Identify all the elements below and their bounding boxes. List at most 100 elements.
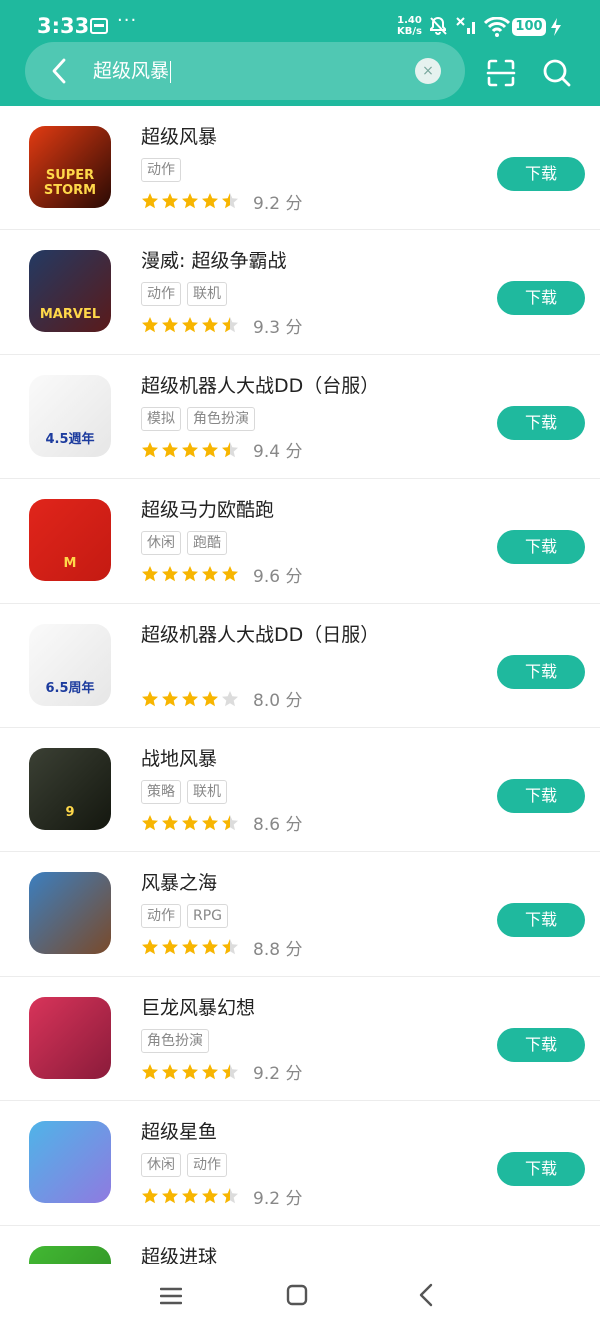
star-icon: [162, 441, 178, 457]
app-icon[interactable]: [29, 1121, 111, 1204]
app-icon[interactable]: [29, 996, 111, 1079]
app-rating: 8.8 分: [141, 936, 302, 960]
app-icon[interactable]: [29, 872, 111, 955]
app-rating: 9.2 分: [141, 1061, 302, 1084]
app-icon-text: 4.5週年: [45, 431, 95, 447]
star-icon: [202, 1188, 218, 1204]
recent-apps-menu-icon[interactable]: [160, 1285, 182, 1307]
app-tags: 休闲 跑酷: [141, 531, 233, 556]
star-icon: [222, 566, 238, 582]
app-list-item[interactable]: MARVEL 漫威: 超级争霸战 动作 联机 9.3 分 下载: [0, 230, 600, 355]
app-tag: 模拟: [141, 406, 181, 431]
network-speed-unit: KB/s: [397, 26, 422, 37]
app-name[interactable]: 超级机器人大战DD（台服）: [141, 371, 379, 398]
app-rating: 9.6 分: [141, 563, 302, 587]
download-button[interactable]: 下载: [497, 1152, 585, 1187]
app-list-item[interactable]: 超级进球: [0, 1226, 600, 1264]
app-name[interactable]: 战地风暴: [141, 744, 217, 771]
scan-icon[interactable]: [486, 58, 516, 88]
download-button[interactable]: 下载: [497, 654, 585, 689]
app-tag: 动作: [141, 282, 181, 307]
app-tag: 角色扮演: [141, 1028, 209, 1053]
download-button[interactable]: 下载: [497, 530, 585, 565]
download-button[interactable]: 下载: [497, 157, 585, 191]
network-speed-value: 1.40: [397, 15, 422, 26]
network-speed: 1.40 KB/s: [397, 15, 422, 37]
app-list-item[interactable]: 超级星鱼 休闲 动作 9.2 分 下载: [0, 1101, 600, 1226]
app-list-item[interactable]: M 超级马力欧酷跑 休闲 跑酷 9.6 分 下载: [0, 479, 600, 604]
home-square-icon[interactable]: [286, 1284, 308, 1306]
app-list-item[interactable]: 风暴之海动作 RPG 8.8 分 下载: [0, 852, 600, 977]
more-notifications-icon: ···: [117, 10, 138, 31]
app-icon-text: 9: [65, 804, 75, 820]
app-name[interactable]: 超级风暴: [141, 122, 217, 149]
app-tags: 角色扮演: [141, 1028, 215, 1053]
star-icon: [182, 690, 198, 706]
app-list-item[interactable]: SUPER STORM 超级风暴 动作 9.2 分 下载: [0, 106, 600, 231]
download-button[interactable]: 下载: [497, 903, 585, 938]
star-icon: [222, 317, 238, 333]
status-bar: 3:33 ··· 1.40 KB/s 100: [0, 0, 600, 48]
app-name[interactable]: 超级星鱼: [141, 1117, 217, 1144]
star-icon: [162, 814, 178, 831]
app-icon[interactable]: 9: [29, 747, 111, 830]
app-tags: 动作: [141, 158, 187, 182]
app-icon[interactable]: 6.5周年: [29, 623, 111, 706]
app-icon[interactable]: SUPER STORM: [29, 126, 111, 208]
download-button[interactable]: 下载: [497, 281, 585, 316]
back-arrow-icon[interactable]: [45, 56, 75, 86]
star-icon: [182, 1188, 198, 1204]
star-icon: [182, 939, 198, 955]
app-tag: 动作: [187, 1153, 227, 1178]
star-icon: [142, 317, 158, 333]
app-icon[interactable]: MARVEL: [29, 250, 111, 333]
download-button[interactable]: 下载: [497, 778, 585, 813]
back-chevron-icon[interactable]: [416, 1283, 436, 1307]
app-tag: 联机: [187, 779, 227, 804]
app-tag: 动作: [141, 158, 181, 182]
search-query: 超级风暴: [93, 60, 170, 82]
app-icon[interactable]: 4.5週年: [29, 374, 111, 457]
system-navigation-bar: [0, 1264, 600, 1333]
app-score: 8.6 分: [253, 815, 303, 836]
header: 3:33 ··· 1.40 KB/s 100 超级风暴 ×: [0, 0, 600, 106]
download-button[interactable]: 下载: [497, 1027, 585, 1062]
star-icon: [202, 939, 218, 955]
app-tags: 动作 RPG: [141, 904, 234, 929]
app-tag: 跑酷: [187, 531, 227, 556]
star-icon: [142, 193, 158, 209]
app-name[interactable]: 风暴之海: [141, 868, 217, 895]
app-list-item[interactable]: 9 战地风暴 策略 联机 8.6 分 下载: [0, 728, 600, 853]
app-tag: 联机: [187, 282, 227, 307]
star-icon: [202, 441, 218, 457]
app-list-item[interactable]: 6.5周年 超级机器人大战DD（日服） 8.0 分 下载: [0, 604, 600, 728]
app-icon-text: MARVEL: [39, 307, 101, 323]
search-bar: 超级风暴 ×: [25, 42, 465, 100]
app-icon[interactable]: [29, 1245, 111, 1264]
search-icon[interactable]: [542, 58, 572, 88]
star-icon: [162, 939, 178, 955]
app-name[interactable]: 超级机器人大战DD（日服）: [141, 620, 379, 647]
app-icon[interactable]: M: [29, 499, 111, 582]
star-icon: [142, 814, 158, 831]
clear-search-button[interactable]: ×: [415, 58, 441, 84]
star-icon: [222, 939, 238, 955]
app-tag: 动作: [141, 904, 181, 929]
app-icon-text: SUPER STORM: [43, 168, 97, 198]
download-button[interactable]: 下载: [497, 405, 585, 440]
search-input[interactable]: 超级风暴: [93, 56, 393, 86]
app-name[interactable]: 超级马力欧酷跑: [141, 495, 274, 522]
battery-indicator: 100: [512, 18, 546, 36]
app-name[interactable]: 巨龙风暴幻想: [141, 993, 255, 1020]
star-icon: [222, 193, 238, 209]
app-name[interactable]: 漫威: 超级争霸战: [141, 246, 286, 273]
star-icon: [142, 690, 158, 706]
star-icon: [182, 1063, 198, 1079]
clear-icon: ×: [422, 63, 434, 79]
star-icon: [182, 317, 198, 333]
app-list-item[interactable]: 巨龙风暴幻想 角色扮演 9.2 分 下载: [0, 977, 600, 1102]
star-icon: [222, 814, 238, 831]
app-list-item[interactable]: 4.5週年 超级机器人大战DD（台服） 模拟 角色扮演 9.4 分 下载: [0, 355, 600, 480]
star-icon: [162, 1188, 178, 1204]
app-name[interactable]: 超级进球: [141, 1242, 217, 1264]
